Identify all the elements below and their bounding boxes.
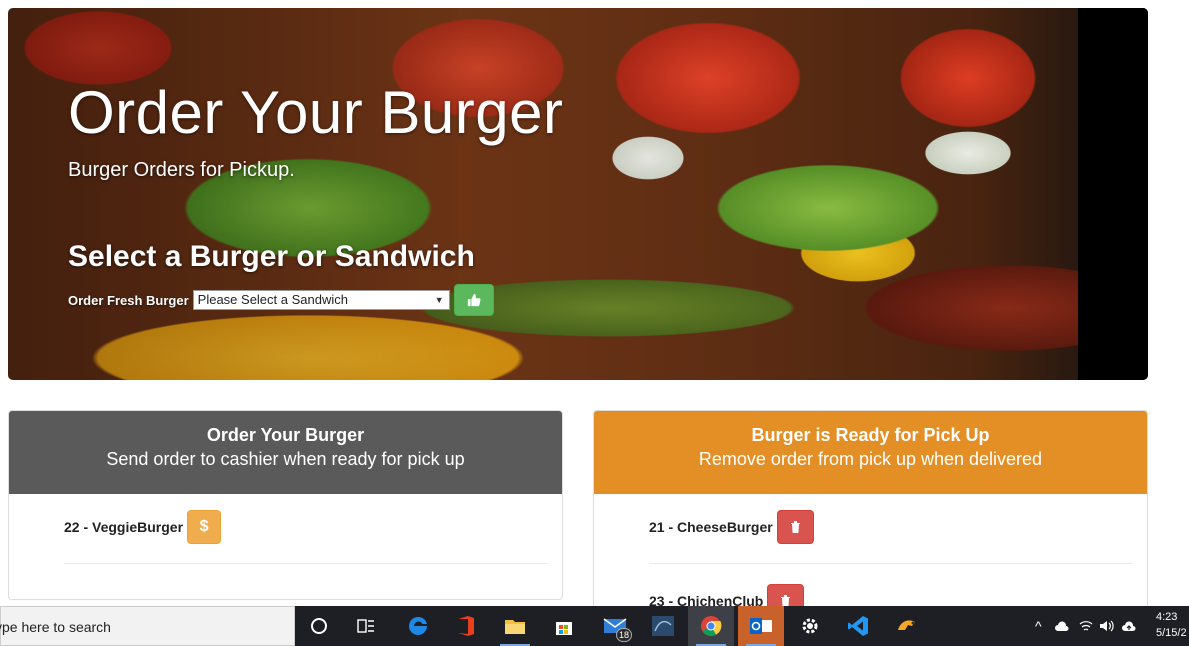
thumbs-up-icon	[467, 293, 481, 307]
sql-button[interactable]	[640, 606, 686, 646]
dollar-icon: $	[199, 518, 209, 535]
clock-date: 5/15/2	[1156, 627, 1187, 639]
task-view-icon	[357, 619, 374, 633]
file-explorer-button[interactable]	[492, 606, 538, 646]
taskbar: ype here to search 18 ^ 4:23 5/15/2	[0, 606, 1189, 646]
taskbar-search[interactable]: ype here to search	[0, 606, 295, 646]
outlook-icon	[750, 618, 772, 634]
wifi-icon[interactable]	[1079, 620, 1093, 632]
order-panel: Order Your Burger Send order to cashier …	[8, 410, 563, 600]
edge-button[interactable]	[395, 606, 441, 646]
mail-button[interactable]: 18	[592, 606, 638, 646]
pickup-item-label: 21 - CheeseBurger	[649, 519, 773, 535]
page-subtitle: Burger Orders for Pickup.	[68, 159, 295, 181]
list-item: 21 - CheeseBurger	[649, 510, 814, 544]
chrome-icon	[701, 616, 722, 636]
settings-button[interactable]	[787, 606, 833, 646]
order-panel-subtitle: Send order to cashier when ready for pic…	[106, 449, 465, 469]
taskbar-clock[interactable]: 4:23 5/15/2	[1156, 609, 1187, 641]
taskbar-search-placeholder: ype here to search	[0, 619, 111, 635]
sandwich-select[interactable]: Please Select a Sandwich ▼	[192, 290, 450, 310]
chrome-button[interactable]	[688, 606, 734, 646]
trash-icon	[790, 521, 800, 533]
chevron-up-icon[interactable]: ^	[1035, 618, 1042, 634]
system-tray: ^	[1035, 606, 1137, 646]
divider	[64, 563, 547, 564]
list-item: 22 - VeggieBurger $	[64, 510, 222, 544]
order-panel-header: Order Your Burger Send order to cashier …	[9, 411, 562, 494]
mail-badge: 18	[616, 628, 632, 642]
sandwich-select-value: Please Select a Sandwich	[197, 292, 348, 307]
pickup-panel-header: Burger is Ready for Pick Up Remove order…	[594, 411, 1147, 494]
page: Order Your Burger Burger Orders for Pick…	[0, 0, 1189, 646]
order-panel-title: Order Your Burger	[206, 425, 365, 445]
submit-order-button[interactable]	[453, 284, 494, 316]
vscode-button[interactable]	[835, 606, 881, 646]
cortana-icon	[311, 618, 327, 634]
office-icon	[458, 616, 474, 636]
clock-time: 4:23	[1156, 611, 1178, 623]
store-button[interactable]	[541, 606, 587, 646]
edge-icon	[409, 616, 427, 635]
sql-icon	[652, 616, 674, 636]
pickup-panel-subtitle: Remove order from pick up when delivered	[698, 449, 1043, 469]
pickup-panel-title: Burger is Ready for Pick Up	[751, 425, 990, 445]
hero-banner: Order Your Burger Burger Orders for Pick…	[8, 8, 1148, 380]
send-to-cashier-button[interactable]: $	[187, 510, 222, 544]
remove-order-button[interactable]	[776, 510, 814, 544]
gear-icon	[802, 618, 818, 634]
volume-icon[interactable]	[1099, 620, 1115, 632]
cloud-icon[interactable]	[1054, 621, 1070, 631]
select-heading: Select a Burger or Sandwich	[68, 240, 475, 273]
vscode-icon	[848, 616, 868, 636]
cortana-button[interactable]	[296, 606, 342, 646]
app-icon	[898, 620, 915, 630]
hero-image-edge	[1078, 8, 1148, 380]
divider	[649, 563, 1132, 564]
page-title: Order Your Burger	[68, 79, 564, 146]
file-explorer-icon	[505, 620, 525, 634]
order-label: Order Fresh Burger	[68, 292, 189, 308]
order-form: Order Fresh Burger Please Select a Sandw…	[68, 284, 494, 316]
cloud-upload-icon[interactable]	[1121, 620, 1137, 632]
app-button[interactable]	[884, 606, 930, 646]
outlook-button[interactable]	[738, 606, 784, 646]
order-item-label: 22 - VeggieBurger	[64, 519, 184, 535]
chevron-down-icon: ▼	[434, 295, 444, 305]
task-view-button[interactable]	[343, 606, 389, 646]
office-button[interactable]	[443, 606, 489, 646]
store-icon	[556, 622, 572, 635]
